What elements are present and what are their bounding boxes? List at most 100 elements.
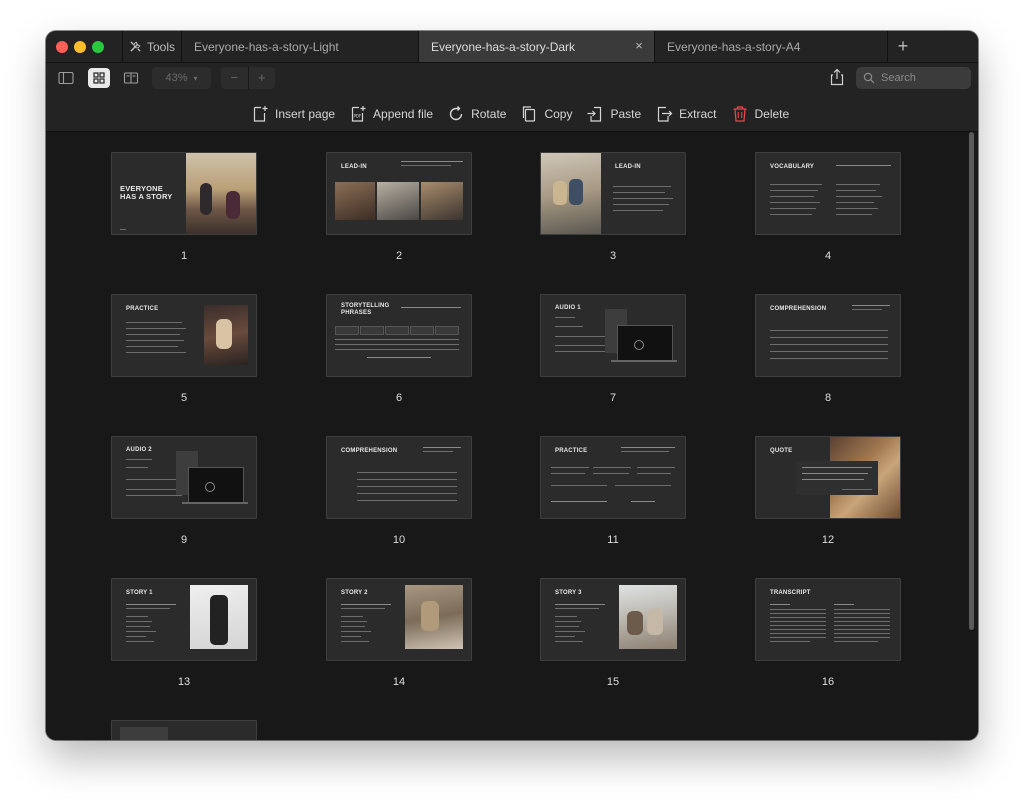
insert-page-button[interactable]: Insert page — [251, 105, 335, 123]
page-number: 3 — [609, 250, 617, 262]
slide-text — [126, 352, 186, 353]
slide-text — [551, 473, 585, 474]
page-preview: PRACTICE — [111, 294, 257, 377]
zoom-in-button[interactable]: + — [249, 67, 276, 89]
tab-label: Everyone-has-a-story-A4 — [667, 39, 801, 54]
search-input[interactable]: Search — [856, 67, 971, 89]
grid-view-button[interactable] — [88, 68, 110, 88]
page-thumbnail[interactable]: AUDIO 2 9 — [111, 436, 257, 546]
page-thumbnail[interactable]: STORY 2 14 — [326, 578, 472, 688]
slide-text — [836, 190, 876, 191]
slide-text — [631, 501, 655, 502]
page-thumbnail[interactable]: LEAD-IN 3 — [540, 152, 686, 262]
slide-text — [357, 472, 457, 473]
page-thumbnail[interactable]: VOCABULARY 4 — [755, 152, 901, 262]
slide-text — [126, 479, 180, 480]
slide-text — [852, 305, 890, 306]
vertical-scrollbar[interactable] — [966, 132, 976, 740]
scrollbar-thumb[interactable] — [969, 132, 974, 630]
slide-text — [852, 309, 882, 310]
slide-text — [613, 198, 673, 199]
zoom-window-button[interactable] — [92, 41, 104, 53]
page-preview: STORY 3 — [540, 578, 686, 661]
slide-text — [770, 190, 818, 191]
tab-dark[interactable]: Everyone-has-a-story-Dark × — [419, 31, 655, 62]
tab-light[interactable]: Everyone-has-a-story-Light — [182, 31, 419, 62]
page-thumbnail[interactable]: LEAD-IN 2 — [326, 152, 472, 262]
slide-text — [401, 165, 451, 166]
slide-photo — [190, 585, 248, 649]
laptop-preview — [188, 467, 244, 503]
page-thumbnail[interactable]: PRACTICE 11 — [540, 436, 686, 546]
slide-text — [335, 339, 459, 340]
page-preview: PRACTICE — [540, 436, 686, 519]
page-thumbnail[interactable]: QUOTE 12 — [755, 436, 901, 546]
page-number: 8 — [824, 392, 832, 404]
slide-title: EVERYONE HAS A STORY — [120, 184, 173, 201]
slide-photo — [186, 153, 256, 234]
slide-text — [770, 604, 790, 605]
slide-text — [621, 451, 669, 452]
rotate-icon — [449, 106, 463, 121]
slide-text — [834, 604, 854, 605]
page-thumbnail[interactable]: STORY 3 15 — [540, 578, 686, 688]
page-thumbnail[interactable]: COMPREHENSION 8 — [755, 294, 901, 404]
page-thumbnail[interactable]: STORY 1 13 — [111, 578, 257, 688]
paste-label: Paste — [610, 107, 642, 121]
tools-button[interactable]: Tools — [122, 31, 182, 62]
page-number: 12 — [821, 534, 835, 546]
page-thumbnail[interactable]: TRANSCRIPT 16 — [755, 578, 901, 688]
tab-a4[interactable]: Everyone-has-a-story-A4 — [655, 31, 888, 62]
page-preview: STORY 2 — [326, 578, 472, 661]
page-number: 1 — [180, 250, 188, 262]
page-number: 10 — [392, 534, 406, 546]
close-tab-icon[interactable]: × — [632, 39, 646, 53]
slide-text — [770, 351, 888, 352]
slide-text — [126, 328, 186, 329]
slide-text — [341, 604, 391, 605]
chevron-down-icon: ▾ — [193, 73, 198, 83]
slide-text — [126, 346, 178, 347]
slide-text — [593, 467, 631, 468]
tab-label: Everyone-has-a-story-Dark — [431, 39, 576, 54]
copy-button[interactable]: Copy — [520, 105, 572, 123]
slide-text — [423, 447, 461, 448]
insert-page-icon — [253, 106, 268, 122]
slide-text — [357, 479, 457, 480]
zoom-select[interactable]: 43% ▾ — [152, 67, 211, 89]
slide-text — [770, 358, 888, 359]
delete-button[interactable]: Delete — [731, 105, 789, 123]
page-thumbnail[interactable] — [111, 720, 257, 740]
search-icon — [863, 72, 875, 84]
page-number: 9 — [180, 534, 188, 546]
page-number: 11 — [607, 534, 619, 546]
slide-text — [126, 459, 152, 460]
page-thumbnail[interactable]: PRACTICE 5 — [111, 294, 257, 404]
paste-button[interactable]: Paste — [586, 105, 641, 123]
slide-photo — [405, 585, 463, 649]
extract-button[interactable]: Extract — [655, 105, 717, 123]
slide-text — [834, 625, 890, 626]
new-tab-button[interactable]: + — [888, 31, 918, 62]
page-thumbnail[interactable]: COMPREHENSION 10 — [326, 436, 472, 546]
sidebar-toggle-button[interactable] — [55, 68, 77, 88]
append-file-button[interactable]: PDF Append file — [349, 105, 433, 123]
page-view-button[interactable] — [120, 68, 142, 88]
page-thumbnail[interactable]: EVERYONE HAS A STORY 1 — [111, 152, 257, 262]
page-thumbnail[interactable]: STORYTELLING PHRASES 6 — [326, 294, 472, 404]
slide-title: STORY 2 — [341, 590, 368, 596]
share-button[interactable] — [828, 67, 846, 87]
slide-text — [126, 608, 170, 609]
page-thumbnail[interactable]: AUDIO 1 7 — [540, 294, 686, 404]
slide-text — [770, 641, 810, 642]
slide-text — [834, 641, 878, 642]
append-file-label: Append file — [373, 107, 434, 121]
quote-box — [796, 461, 878, 495]
slide-text — [770, 625, 826, 626]
minimize-window-button[interactable] — [74, 41, 86, 53]
close-window-button[interactable] — [56, 41, 68, 53]
extract-icon — [658, 106, 673, 122]
zoom-out-button[interactable]: − — [221, 67, 249, 89]
rotate-button[interactable]: Rotate — [447, 105, 506, 123]
slide-text — [770, 609, 826, 610]
